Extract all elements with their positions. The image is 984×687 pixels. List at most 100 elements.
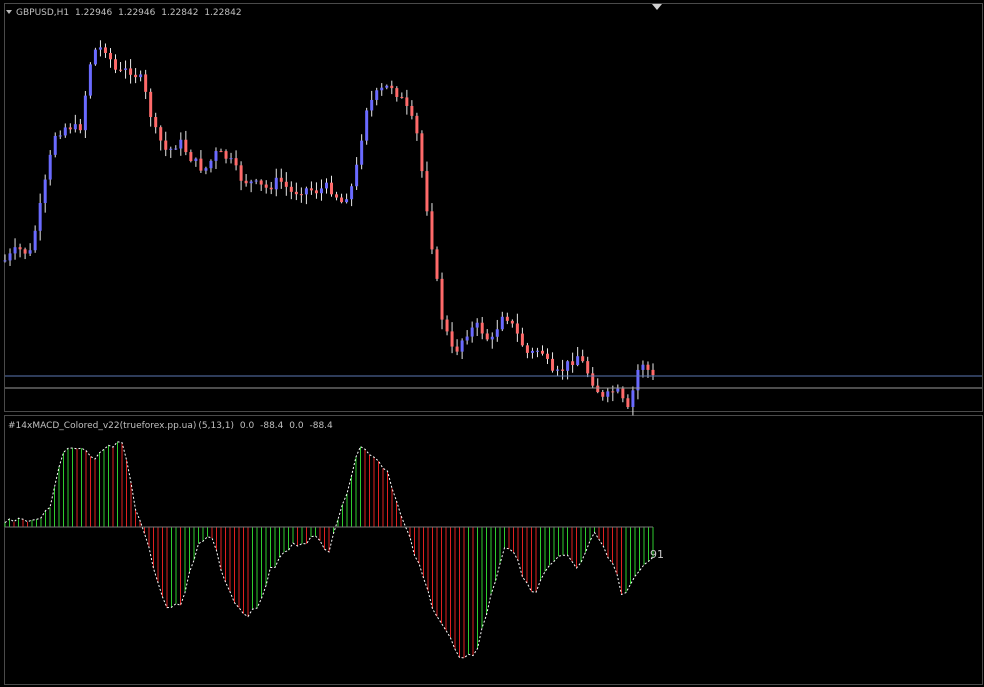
candle-body	[58, 135, 62, 137]
indicator-value-3: 0.0	[289, 421, 304, 431]
candle-body	[641, 364, 645, 370]
indicator-params: (5,13,1)	[198, 421, 235, 431]
candle-body	[48, 154, 52, 180]
candle-body	[636, 369, 640, 391]
candle-body	[535, 350, 539, 352]
candle-body	[229, 158, 233, 160]
candle-body	[546, 353, 550, 359]
collapse-triangle-icon[interactable]	[6, 10, 12, 14]
candle-body	[304, 188, 308, 195]
candle-body	[540, 350, 544, 354]
chart-shift-marker-icon[interactable]	[652, 4, 662, 10]
candle-body	[350, 186, 354, 200]
candle-body	[3, 260, 7, 262]
candle-body	[83, 95, 87, 131]
candle-body	[380, 87, 384, 91]
candle-body	[103, 47, 107, 53]
candle-body	[284, 181, 288, 187]
candle-body	[189, 152, 193, 162]
candle-body	[234, 158, 238, 166]
candle-body	[405, 97, 409, 106]
candle-body	[515, 323, 519, 334]
candle-body	[254, 180, 258, 182]
candle-body	[119, 69, 123, 71]
candle-body	[365, 110, 369, 141]
candle-body	[530, 350, 534, 353]
candle-body	[279, 177, 283, 182]
candle-body	[611, 391, 615, 393]
candle-body	[420, 133, 424, 172]
candle-body	[485, 333, 489, 340]
candle-body	[440, 278, 444, 320]
indicator-name: #14xMACD_Colored_v22(trueforex.pp.ua)	[8, 421, 197, 431]
candle-body	[520, 333, 524, 346]
candle-body	[63, 127, 67, 136]
candle-body	[646, 364, 650, 370]
candle-body	[586, 361, 590, 374]
candle-body	[144, 74, 148, 92]
candle-body	[8, 253, 12, 261]
price-pane-header: GBPUSD,H1 1.22946 1.22946 1.22842 1.2284…	[6, 8, 245, 18]
candle-body	[264, 184, 268, 188]
candle-body	[139, 74, 143, 78]
candle-body	[309, 188, 313, 191]
candle-body	[616, 388, 620, 392]
indicator-pane-header: #14xMACD_Colored_v22(trueforex.pp.ua) (5,…	[8, 421, 336, 431]
candle-body	[124, 68, 128, 70]
candle-body	[18, 247, 22, 250]
candle-body	[631, 390, 635, 408]
indicator-value-4: -88.4	[309, 421, 333, 431]
candle-body	[370, 99, 374, 111]
candle-body	[33, 230, 37, 251]
candle-body	[199, 158, 203, 171]
high-value: 1.22946	[118, 8, 156, 18]
candle-body	[345, 199, 349, 203]
candle-body	[319, 188, 323, 194]
candle-body	[164, 140, 168, 150]
candle-body	[184, 139, 188, 153]
candle-body	[435, 249, 439, 279]
candle-body	[480, 322, 484, 334]
candle-body	[561, 369, 565, 371]
candle-body	[581, 356, 585, 362]
candle-body	[460, 340, 464, 352]
indicator-value-1: 0.0	[239, 421, 255, 431]
candle-body	[108, 52, 112, 60]
chart-canvas[interactable]	[0, 0, 984, 687]
candle-body	[179, 139, 183, 149]
candle-body	[114, 59, 118, 70]
candle-body	[576, 356, 580, 366]
candle-body	[294, 191, 298, 195]
candle-body	[390, 85, 394, 89]
candle-body	[490, 336, 494, 340]
candle-body	[500, 316, 504, 330]
candle-body	[13, 247, 17, 254]
candle-body	[596, 385, 600, 393]
candle-body	[68, 127, 72, 130]
close-value: 1.22842	[204, 8, 242, 18]
candle-body	[88, 64, 92, 96]
candle-body	[395, 88, 399, 97]
candle-body	[53, 135, 57, 155]
candle-body	[149, 91, 153, 118]
candle-body	[23, 249, 27, 254]
candle-body	[159, 127, 163, 141]
candle-body	[239, 165, 243, 181]
candle-body	[551, 358, 555, 371]
candle-body	[385, 85, 389, 88]
candle-body	[505, 316, 509, 321]
chart-window[interactable]: GBPUSD,H1 1.22946 1.22946 1.22842 1.2284…	[0, 0, 984, 687]
candle-body	[224, 151, 228, 159]
candle-body	[174, 148, 178, 150]
candle-body	[214, 151, 218, 161]
candle-body	[455, 346, 459, 352]
candle-body	[556, 369, 560, 371]
candle-body	[274, 177, 278, 190]
candle-body	[425, 171, 429, 212]
candle-body	[415, 115, 419, 134]
candle-body	[129, 68, 133, 75]
candle-body	[78, 124, 82, 131]
candle-body	[410, 105, 414, 116]
symbol-label: GBPUSD,H1	[16, 8, 70, 18]
candle-body	[154, 117, 158, 128]
